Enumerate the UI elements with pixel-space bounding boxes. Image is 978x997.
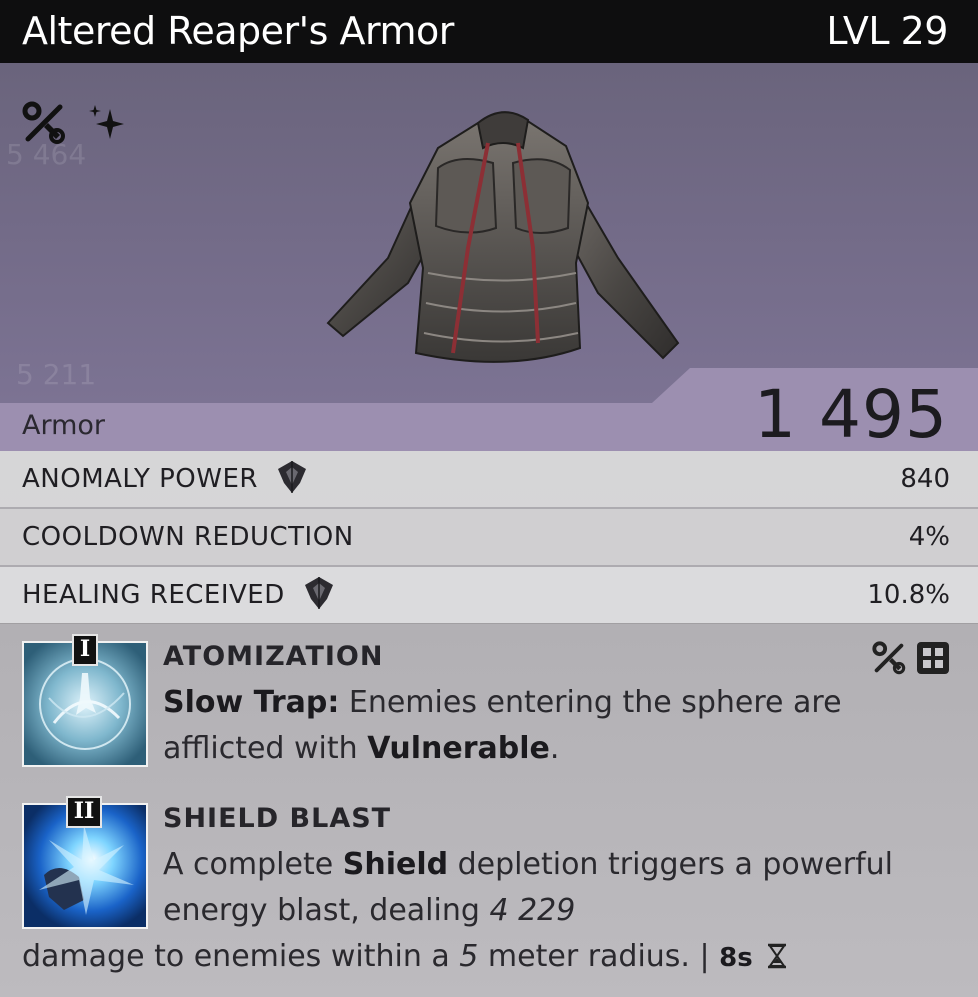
stat-list: ANOMALY POWER 840 COOLDOWN REDUCTION 4% … xyxy=(0,451,978,623)
stat-row: ANOMALY POWER 840 xyxy=(0,451,978,509)
armor-value: 1 495 xyxy=(754,376,948,453)
ability-description: Slow Trap: Enemies entering the sphere a… xyxy=(163,680,953,772)
item-category: Armor xyxy=(22,410,106,441)
hourglass-icon xyxy=(766,937,788,983)
diamond-shield-icon xyxy=(303,575,335,615)
modifier-icons xyxy=(22,101,126,149)
ability-cooldown: 8s xyxy=(719,943,753,973)
wrench-cross-icon xyxy=(872,641,906,679)
tooltip-header: Altered Reaper's Armor LVL 29 xyxy=(0,0,978,63)
stat-row: COOLDOWN REDUCTION 4% xyxy=(0,509,978,567)
wrench-cross-icon xyxy=(22,101,66,149)
ability-damage-value: 4 229 xyxy=(489,893,576,928)
stat-label: ANOMALY POWER xyxy=(22,464,258,494)
ability-tags xyxy=(872,641,950,679)
armor-preview-image xyxy=(326,111,680,363)
ability-text: meter radius. | xyxy=(478,939,720,974)
stat-label: HEALING RECEIVED xyxy=(22,580,285,610)
item-preview: 5 464 5 211 xyxy=(0,63,978,403)
ability-name: SHIELD BLAST xyxy=(163,803,392,834)
ability-keyword: Vulnerable xyxy=(367,731,550,766)
ability-radius-value: 5 xyxy=(459,939,479,974)
grid-icon xyxy=(916,641,950,679)
stat-value: 10.8% xyxy=(867,580,950,610)
item-tooltip-card: Altered Reaper's Armor LVL 29 5 464 5 21… xyxy=(0,0,978,997)
ability-description: A complete Shield depletion triggers a p… xyxy=(163,842,943,934)
item-name: Altered Reaper's Armor xyxy=(22,9,454,53)
ability-description-continued: damage to enemies within a 5 meter radiu… xyxy=(22,934,952,983)
ability-text: A complete xyxy=(163,847,343,882)
ability-keyword: Shield xyxy=(342,847,449,882)
background-number: 5 211 xyxy=(16,358,97,391)
stat-label: COOLDOWN REDUCTION xyxy=(22,522,354,552)
stat-value: 4% xyxy=(908,522,950,552)
stat-row: HEALING RECEIVED 10.8% xyxy=(0,567,978,623)
ability-list: I ATOMIZATION Slow Trap: Enemies enterin… xyxy=(0,624,978,997)
stat-value: 840 xyxy=(900,464,950,494)
ability-text: . xyxy=(549,731,560,766)
ability-tier-badge: I xyxy=(72,634,98,666)
diamond-shield-icon xyxy=(276,459,308,499)
ability-name: ATOMIZATION xyxy=(163,641,384,672)
ability-keyword: Slow Trap: xyxy=(163,685,340,720)
ability-text: damage to enemies within a xyxy=(22,939,460,974)
ability-tier-badge: II xyxy=(66,796,102,828)
item-level: LVL 29 xyxy=(826,9,948,53)
sparkle-icon xyxy=(86,101,126,149)
